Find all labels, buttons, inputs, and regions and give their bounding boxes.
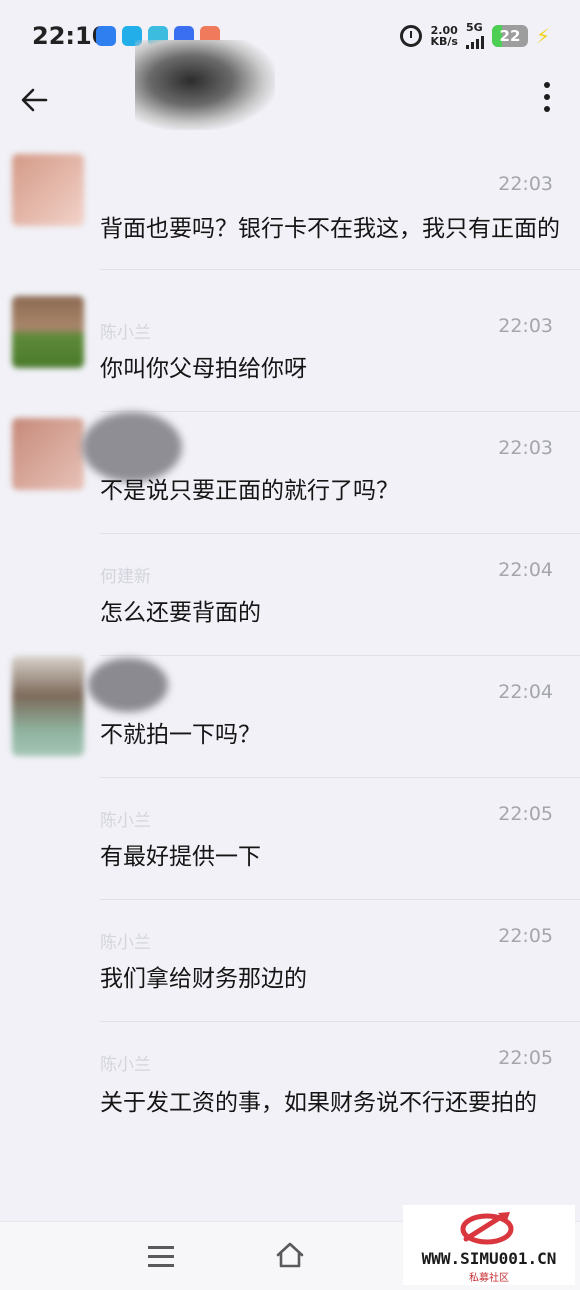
message-timestamp: 22:05 <box>498 803 553 825</box>
avatar[interactable] <box>12 418 84 490</box>
message-timestamp: 22:05 <box>498 1047 553 1069</box>
watermark-subtitle: 私募社区 <box>469 1273 509 1284</box>
message-text: 背面也要吗？银行卡不在我这，我只有正面的 <box>100 216 560 242</box>
network-speed: 2.00 KB/s <box>430 25 457 47</box>
sender-name-redacted <box>82 412 182 482</box>
message-item[interactable]: 何建新 22:04 怎么还要背面的 <box>0 534 580 656</box>
battery-level: 22 <box>499 26 521 45</box>
message-text: 有最好提供一下 <box>100 844 261 870</box>
avatar[interactable] <box>12 154 84 226</box>
message-text: 怎么还要背面的 <box>100 600 261 626</box>
message-text: 不是说只要正面的就行了吗？ <box>100 478 399 504</box>
message-item[interactable]: 22:03 不是说只要正面的就行了吗？ <box>0 412 580 534</box>
message-item[interactable]: 陈小兰 22:05 关于发工资的事，如果财务说不行还要拍的 <box>0 1022 580 1182</box>
message-item[interactable]: 22:03 背面也要吗？银行卡不在我这，我只有正面的 <box>0 148 580 270</box>
message-timestamp: 22:03 <box>498 437 553 459</box>
message-text: 关于发工资的事，如果财务说不行还要拍的 <box>100 1090 537 1116</box>
menu-icon[interactable] <box>148 1246 174 1273</box>
message-timestamp: 22:03 <box>498 315 553 337</box>
message-text: 不就拍一下吗？ <box>100 722 261 748</box>
charging-bolt-icon: ⚡ <box>535 23 550 48</box>
watermark-logo-icon <box>460 1212 514 1245</box>
more-vertical-icon[interactable] <box>544 82 552 118</box>
battery-icon: 22 <box>491 24 528 47</box>
network-speed-unit: KB/s <box>430 34 458 48</box>
message-timestamp: 22:04 <box>498 681 553 703</box>
sender-name: 陈小兰 <box>100 811 151 831</box>
divider <box>100 269 580 270</box>
message-timestamp: 22:05 <box>498 925 553 947</box>
alarm-clock-icon <box>400 24 423 47</box>
message-timestamp: 22:04 <box>498 559 553 581</box>
message-item[interactable]: 陈小兰 22:03 你叫你父母拍给你呀 <box>0 290 580 412</box>
watermark: WWW.SIMU001.CN 私募社区 <box>403 1205 575 1285</box>
status-bar: 22:10 2.00 KB/s 5G 22 ⚡ <box>0 0 580 70</box>
status-indicators: 2.00 KB/s 5G 22 ⚡ <box>400 22 550 49</box>
signal-bars-icon <box>465 33 484 49</box>
message-timestamp: 22:03 <box>498 173 553 195</box>
sender-name: 何建新 <box>100 567 151 587</box>
network-type: 5G <box>465 21 483 34</box>
message-item[interactable]: 陈小兰 22:05 我们拿给财务那边的 <box>0 900 580 1022</box>
message-text: 我们拿给财务那边的 <box>100 966 307 992</box>
avatar[interactable] <box>12 656 84 756</box>
message-item[interactable]: 陈小兰 22:05 有最好提供一下 <box>0 778 580 900</box>
chat-title-redacted <box>135 40 275 130</box>
app-notification-icon <box>96 26 116 46</box>
sender-name: 陈小兰 <box>100 933 151 953</box>
message-item[interactable]: 22:04 不就拍一下吗？ <box>0 656 580 778</box>
network-speed-value: 2.00 <box>430 23 458 37</box>
sender-name: 陈小兰 <box>100 323 151 343</box>
network-indicator: 5G <box>465 21 484 49</box>
sender-name-redacted <box>88 658 168 712</box>
chat-header <box>0 40 580 130</box>
sender-name: 陈小兰 <box>100 1055 151 1075</box>
message-text: 你叫你父母拍给你呀 <box>100 356 307 382</box>
watermark-url: WWW.SIMU001.CN <box>421 1249 557 1268</box>
back-arrow-icon[interactable] <box>18 84 50 116</box>
avatar[interactable] <box>12 296 84 368</box>
home-icon[interactable] <box>275 1240 305 1270</box>
